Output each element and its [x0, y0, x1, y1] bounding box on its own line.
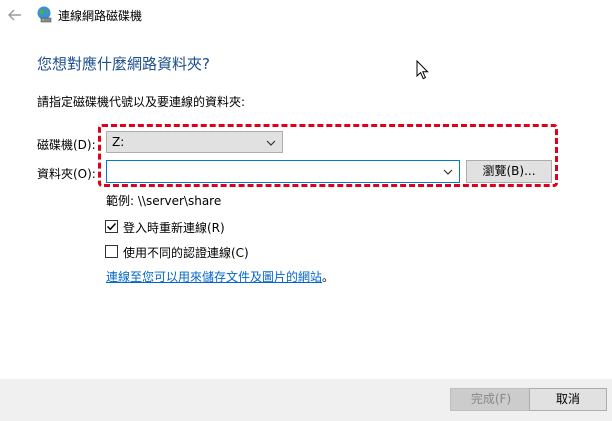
reconnect-label: 登入時重新連線(R) [123, 221, 225, 235]
window-title: 連線網路磁碟機 [58, 9, 143, 23]
mouse-cursor-icon [416, 60, 429, 80]
link-suffix: 。 [322, 270, 335, 284]
back-arrow-icon[interactable] [6, 6, 24, 24]
drive-label: 磁碟機(D): [37, 138, 96, 152]
different-credentials-checkbox[interactable] [105, 245, 118, 258]
cancel-button[interactable]: 取消 [529, 388, 607, 411]
different-credentials-label: 使用不同的認證連線(C) [123, 246, 249, 260]
folder-label: 資料夾(O): [37, 167, 96, 181]
highlight-annotation [98, 124, 558, 187]
instruction-text: 請指定磁碟機代號以及要連線的資料夾: [37, 95, 246, 109]
checkmark-icon [106, 222, 117, 231]
finish-button[interactable]: 完成(F) [450, 388, 532, 411]
network-drive-icon [37, 6, 52, 23]
example-text: 範例: \\server\share [106, 194, 222, 208]
website-link[interactable]: 連線至您可以用來儲存文件及圖片的網站 [106, 270, 322, 284]
title-bar: 連線網路磁碟機 [0, 0, 612, 30]
reconnect-checkbox[interactable] [105, 220, 118, 233]
link-row: 連線至您可以用來儲存文件及圖片的網站。 [106, 268, 334, 285]
page-heading: 您想對應什麼網路資料夾? [37, 55, 210, 73]
